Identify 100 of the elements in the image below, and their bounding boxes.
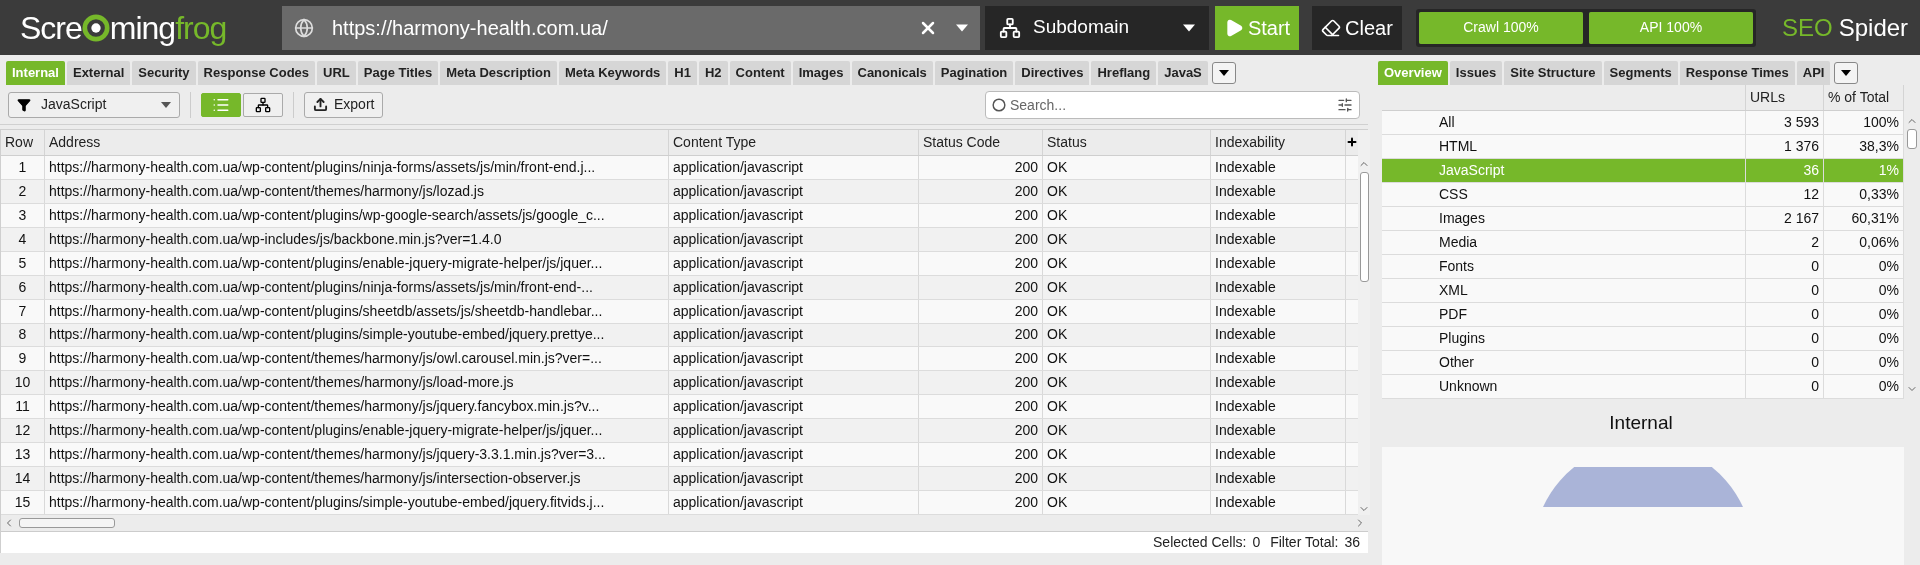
status-value: 36 xyxy=(1344,533,1360,552)
table-cell: Indexable xyxy=(1211,179,1346,203)
table-cell: application/javascript xyxy=(669,275,919,299)
table-cell: 100% xyxy=(1824,111,1904,134)
chart-title: Internal xyxy=(1609,410,1673,435)
tab[interactable]: Canonicals xyxy=(851,61,933,85)
column-header[interactable]: Content Type xyxy=(669,130,919,155)
column-header[interactable]: Status xyxy=(1043,130,1211,155)
table-cell: application/javascript xyxy=(669,347,919,371)
tab[interactable]: Pagination xyxy=(934,61,1014,85)
table-cell: OK xyxy=(1043,491,1211,514)
tab[interactable]: H1 xyxy=(668,61,697,85)
url-field[interactable]: https://harmony-health.com.ua/ xyxy=(282,5,980,50)
logo-text: frog xyxy=(175,8,227,48)
table-cell: 2 xyxy=(1,179,45,203)
tab[interactable]: Response Times xyxy=(1679,61,1795,85)
tab[interactable]: Meta Description xyxy=(440,61,557,85)
tab[interactable]: Page Titles xyxy=(357,61,439,85)
column-header[interactable]: URLs xyxy=(1746,85,1824,110)
add-column-icon[interactable] xyxy=(1346,136,1358,149)
table-cell: application/javascript xyxy=(669,443,919,467)
table-cell: https://harmony-health.com.ua/wp-content/themes/harmony/js/jquery.fancybox.min.js?v... xyxy=(45,395,669,419)
table-cell: 0 xyxy=(1746,351,1824,374)
overview-row[interactable]: Other 0 0% xyxy=(1382,351,1904,375)
column-header[interactable]: Indexability xyxy=(1211,130,1346,155)
scrollbar-thumb[interactable] xyxy=(19,518,115,528)
vertical-scrollbar[interactable] xyxy=(1358,130,1370,515)
table-cell: 0 xyxy=(1746,375,1824,398)
export-button[interactable]: Export xyxy=(304,91,384,118)
table-cell: 0% xyxy=(1824,351,1904,374)
table-cell: https://harmony-health.com.ua/wp-content/plugins/ninja-forms/assets/js/min/front-end-... xyxy=(45,275,669,299)
tab[interactable]: Segments xyxy=(1603,61,1678,85)
table-cell: 9 xyxy=(1,347,45,371)
tab[interactable]: URL xyxy=(317,61,356,85)
filter-dropdown[interactable]: JavaScript xyxy=(8,91,180,118)
tab[interactable]: H2 xyxy=(698,61,728,85)
column-header[interactable]: % of Total xyxy=(1824,85,1904,110)
table-cell: OK xyxy=(1043,467,1211,491)
table-cell: Indexable xyxy=(1211,347,1346,371)
filter-settings-icon[interactable] xyxy=(1337,96,1353,113)
overview-row[interactable]: HTML 1 376 38,3% xyxy=(1382,135,1904,159)
table-cell: 36 xyxy=(1746,159,1824,182)
table-cell: All xyxy=(1382,111,1746,134)
clear-button[interactable]: Clear xyxy=(1312,5,1402,50)
table-cell: 6 xyxy=(1,275,45,299)
column-header[interactable]: Address xyxy=(45,130,669,155)
tab[interactable]: External xyxy=(66,61,131,85)
view-toggle-button[interactable] xyxy=(201,92,241,117)
tab[interactable]: Site Structure xyxy=(1504,61,1602,85)
progress-label: API 100% xyxy=(1638,18,1704,37)
overview-row[interactable]: Images 2 167 60,31% xyxy=(1382,207,1904,231)
more-tabs-button[interactable] xyxy=(1834,62,1859,84)
horizontal-scrollbar[interactable] xyxy=(1,515,1368,531)
tab[interactable]: Images xyxy=(792,61,850,85)
logo-text: ming xyxy=(109,8,176,48)
overview-row[interactable]: Media 2 0,06% xyxy=(1382,231,1904,255)
tab[interactable]: JavaS xyxy=(1158,61,1208,85)
scrollbar-thumb[interactable] xyxy=(1907,129,1917,149)
table-cell: Indexable xyxy=(1211,227,1346,251)
tab[interactable]: Issues xyxy=(1449,61,1503,85)
scrollbar-thumb[interactable] xyxy=(1359,172,1369,282)
table-cell: OK xyxy=(1043,323,1211,347)
table-cell: 7 xyxy=(1,299,45,323)
eraser-icon xyxy=(1321,17,1342,38)
table-cell: 1% xyxy=(1824,159,1904,182)
overview-row[interactable]: XML 0 0% xyxy=(1382,279,1904,303)
more-tabs-button[interactable] xyxy=(1211,62,1236,84)
view-toggle-button[interactable] xyxy=(243,92,283,117)
mode-dropdown[interactable]: Subdomain xyxy=(985,5,1209,50)
overview-row[interactable]: CSS 12 0,33% xyxy=(1382,183,1904,207)
search-icon xyxy=(992,97,1006,112)
overview-row[interactable]: Plugins 0 0% xyxy=(1382,327,1904,351)
table-cell: 0,33% xyxy=(1824,183,1904,206)
overview-row[interactable]: PDF 0 0% xyxy=(1382,303,1904,327)
table-cell: 200 xyxy=(919,203,1043,227)
table-cell: https://harmony-health.com.ua/wp-content/plugins/enable-jquery-migrate-helper/js/jquer... xyxy=(45,251,669,275)
tab[interactable]: Security xyxy=(132,61,196,85)
table-cell: https://harmony-health.com.ua/wp-content/plugins/simple-youtube-embed/jquery.fitvids.j... xyxy=(45,491,669,514)
table-cell: 1 xyxy=(1,155,45,179)
table-cell: 0% xyxy=(1824,279,1904,302)
table-cell: Indexable xyxy=(1211,155,1346,179)
table-cell: 200 xyxy=(919,323,1043,347)
tab[interactable]: API xyxy=(1796,61,1831,85)
table-cell: 200 xyxy=(919,371,1043,395)
column-header[interactable]: Status Code xyxy=(919,130,1043,155)
tab[interactable]: Directives xyxy=(1015,61,1090,85)
table-cell: Media xyxy=(1382,231,1746,254)
tab[interactable]: Meta Keywords xyxy=(558,61,667,85)
table-cell: https://harmony-health.com.ua/wp-content/plugins/ninja-forms/assets/js/min/front-end.j... xyxy=(45,155,669,179)
overview-row[interactable]: Unknown 0 0% xyxy=(1382,375,1904,399)
tab[interactable]: Response Codes xyxy=(197,61,316,85)
table-cell: Unknown xyxy=(1382,375,1746,398)
overview-row[interactable]: Fonts 0 0% xyxy=(1382,255,1904,279)
column-header[interactable]: Row xyxy=(1,130,45,155)
search-field[interactable]: Search... xyxy=(985,90,1360,119)
tab[interactable]: Hreflang xyxy=(1091,61,1157,85)
brand-text: Spider xyxy=(1838,12,1909,43)
table-cell: https://harmony-health.com.ua/wp-content/themes/harmony/js/jquery-3.3.1.min.js?ver=3... xyxy=(45,443,669,467)
overview-row[interactable]: All 3 593 100% xyxy=(1382,111,1904,135)
tab[interactable]: Content xyxy=(729,61,791,85)
